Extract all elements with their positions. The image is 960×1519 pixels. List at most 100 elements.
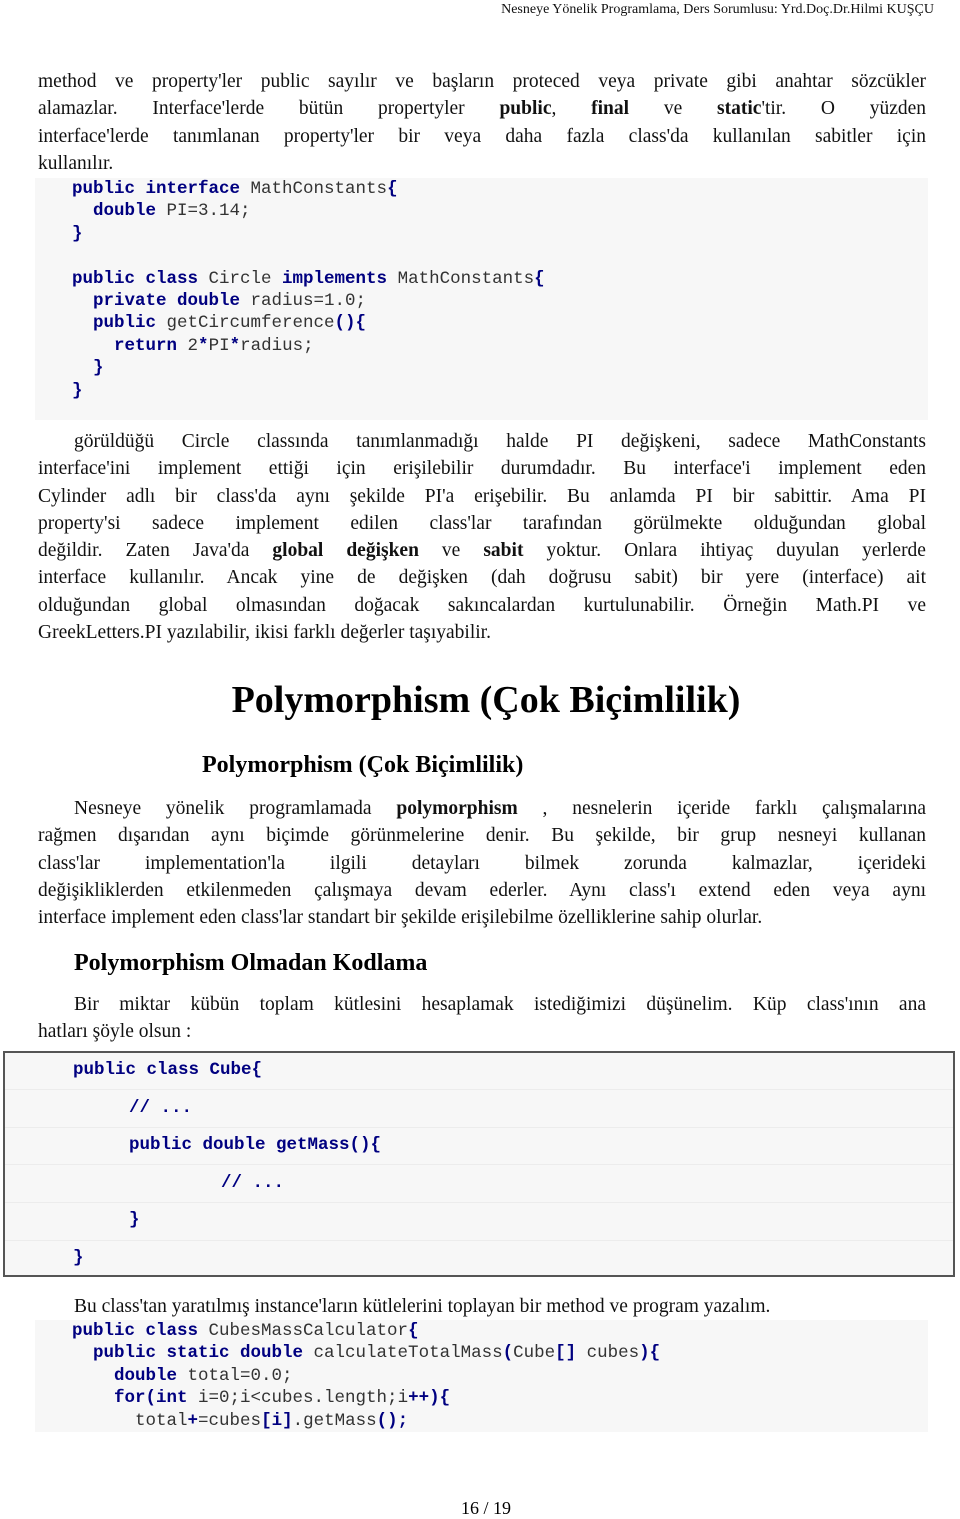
code-keyword: ( — [502, 1343, 514, 1364]
code-token: getCircumference — [166, 313, 335, 334]
paragraph-polymorphism-definition: Nesneye yönelik programlamada polymorphi… — [38, 795, 926, 931]
code-line: } — [72, 223, 83, 245]
text: yoktur. Onlara ihtiyaç duyulan yerlerde — [523, 540, 926, 562]
code-keyword: * — [198, 335, 209, 356]
text: , nesnelerin içeride farklı çalışmaların… — [517, 798, 926, 819]
page-number: 16 / 19 — [460, 1498, 511, 1518]
code-keyword: ){ — [639, 1343, 661, 1364]
code-token: i=0;i<cubes.length;i — [198, 1388, 409, 1409]
intro-line-3: interface'lerde tanımlanan property'ler … — [38, 125, 926, 147]
para2-line-7: olduğundan global olmasından doğacak sak… — [38, 594, 926, 616]
code-keyword: public class — [72, 1321, 209, 1341]
para3-line-2: rağmen dışarıdan aynı biçimde görünmeler… — [38, 825, 926, 847]
code-keyword: (); — [376, 1410, 409, 1431]
code-keyword: } — [72, 358, 104, 379]
section-heading: Polymorphism (Çok Biçimlilik) — [231, 679, 741, 721]
code-block-cubes-mass-calculator: public class CubesMassCalculator{ public… — [35, 1320, 928, 1432]
text: değildir. Zaten Java'da — [38, 540, 273, 562]
code-keyword: return — [72, 335, 188, 356]
code-keyword: double — [72, 1365, 188, 1386]
intro-paragraph: method ve property'ler public sayılır ve… — [38, 68, 926, 177]
code-line: total+=cubes[i].getMass(); — [72, 1410, 408, 1432]
code-line: public static double calculateTotalMass(… — [72, 1342, 660, 1364]
code-keyword: [] — [555, 1343, 587, 1364]
text: , — [551, 98, 592, 120]
para2-line-5: değildir. Zaten Java'da global değişken … — [38, 537, 926, 564]
code-block-mathconstants: public interface MathConstants{ double P… — [35, 178, 928, 420]
code-line: double PI=3.14; — [72, 200, 251, 222]
bold-global-degisken: global değişken — [272, 540, 419, 562]
code-keyword: * — [229, 335, 241, 356]
code-keyword: ++){ — [408, 1388, 451, 1409]
code-line: public class Cube{ — [73, 1060, 263, 1080]
code-line: double total=0.0; — [72, 1365, 293, 1387]
para3-line-3: class'lar implementation'la ilgili detay… — [38, 852, 926, 874]
code-keyword: [i] — [261, 1410, 293, 1431]
code-token: total — [135, 1410, 188, 1431]
code-token: =cubes — [198, 1410, 262, 1431]
code-line: public class CubesMassCalculator{ — [72, 1320, 419, 1342]
code-line: } — [73, 1248, 84, 1268]
code-token: 2 — [187, 335, 199, 356]
code-keyword: + — [187, 1410, 199, 1431]
para2-line-2: interface'ini implement ettiği için eriş… — [38, 458, 926, 480]
code-token: total=0.0; — [187, 1365, 293, 1386]
intro-line-1: method ve property'ler public sayılır ve… — [38, 71, 926, 92]
code-keyword: public class — [72, 268, 209, 289]
code-token: PI — [208, 335, 230, 356]
para2-line-4: property'si sadece implement edilen clas… — [38, 512, 926, 534]
subsection-heading-no-polymorphism: Polymorphism Olmadan Kodlama — [74, 950, 428, 976]
code-line: return 2*PI*radius; — [72, 335, 314, 357]
code-token: calculateTotalMass — [313, 1343, 503, 1364]
para2-line-6: interface kullanılır. Ancak yine de deği… — [38, 567, 926, 589]
code-line: // ... — [221, 1173, 285, 1193]
code-keyword: { — [387, 179, 398, 199]
text: alamazlar. Interface'lerde bütün propert… — [38, 98, 500, 120]
para3-line-1: Nesneye yönelik programlamada polymorphi… — [38, 795, 926, 822]
subsection-heading: Polymorphism (Çok Biçimlilik) — [202, 752, 524, 778]
code-line: } — [72, 357, 104, 379]
bold-sabit: sabit — [483, 540, 524, 562]
code-line: public double getMass(){ — [129, 1135, 382, 1155]
para4-line-1: Bir miktar kübün toplam kütlesini hesapl… — [74, 994, 926, 1015]
code-keyword: } — [72, 380, 83, 401]
para3-line-5: interface implement eden class'lar stand… — [38, 907, 763, 929]
code-keyword: implements — [282, 268, 398, 289]
code-line: } — [72, 380, 83, 402]
code-line: public interface MathConstants{ — [72, 178, 398, 200]
code-keyword: double — [72, 201, 167, 222]
text: 'tir. O yüzden — [761, 98, 927, 120]
para5-line-1: Bu class'tan yaratılmış instance'ların k… — [74, 1296, 771, 1317]
code-keyword: private double — [72, 291, 251, 311]
code-lines: public class Cube{ // ... public double … — [5, 1053, 953, 1275]
code-line: for(int i=0;i<cubes.length;i++){ — [72, 1387, 450, 1409]
text: ve — [418, 540, 484, 562]
code-line: private double radius=1.0; — [72, 290, 366, 312]
code-keyword: public — [72, 313, 167, 334]
code-token: Cube — [513, 1343, 556, 1364]
code-token: MathConstants — [250, 179, 388, 199]
code-token: MathConstants — [397, 268, 535, 289]
bold-final: final — [591, 98, 630, 120]
para3-line-4: değişikliklerden etkilenmeden çalışmaya … — [38, 879, 926, 901]
code-keyword: (){ — [334, 313, 367, 334]
code-token: .getMass — [292, 1410, 377, 1431]
bold-static: static — [717, 98, 762, 120]
code-keyword: for(int — [72, 1388, 199, 1409]
bold-polymorphism: polymorphism — [396, 798, 518, 819]
code-keyword: { — [408, 1321, 419, 1341]
code-keyword: { — [534, 268, 545, 289]
code-token: PI=3.14; — [166, 201, 251, 222]
code-token: radius; — [240, 335, 314, 356]
paragraph-pi-explanation: görüldüğü Circle classında tanımlanmadığ… — [38, 428, 926, 646]
paragraph-calculator-intro: Bu class'tan yaratılmış instance'ların k… — [74, 1293, 934, 1320]
code-token: Circle — [208, 268, 283, 289]
code-line: public getCircumference(){ — [72, 312, 366, 334]
para2-line-3: Cylinder adlı bir class'da aynı şekilde … — [38, 485, 926, 507]
code-line: } — [129, 1210, 140, 1230]
bold-public: public — [499, 98, 552, 120]
code-token: radius=1.0; — [250, 291, 367, 311]
intro-line-4: kullanılır. — [38, 152, 114, 174]
code-token: cubes — [586, 1343, 640, 1364]
